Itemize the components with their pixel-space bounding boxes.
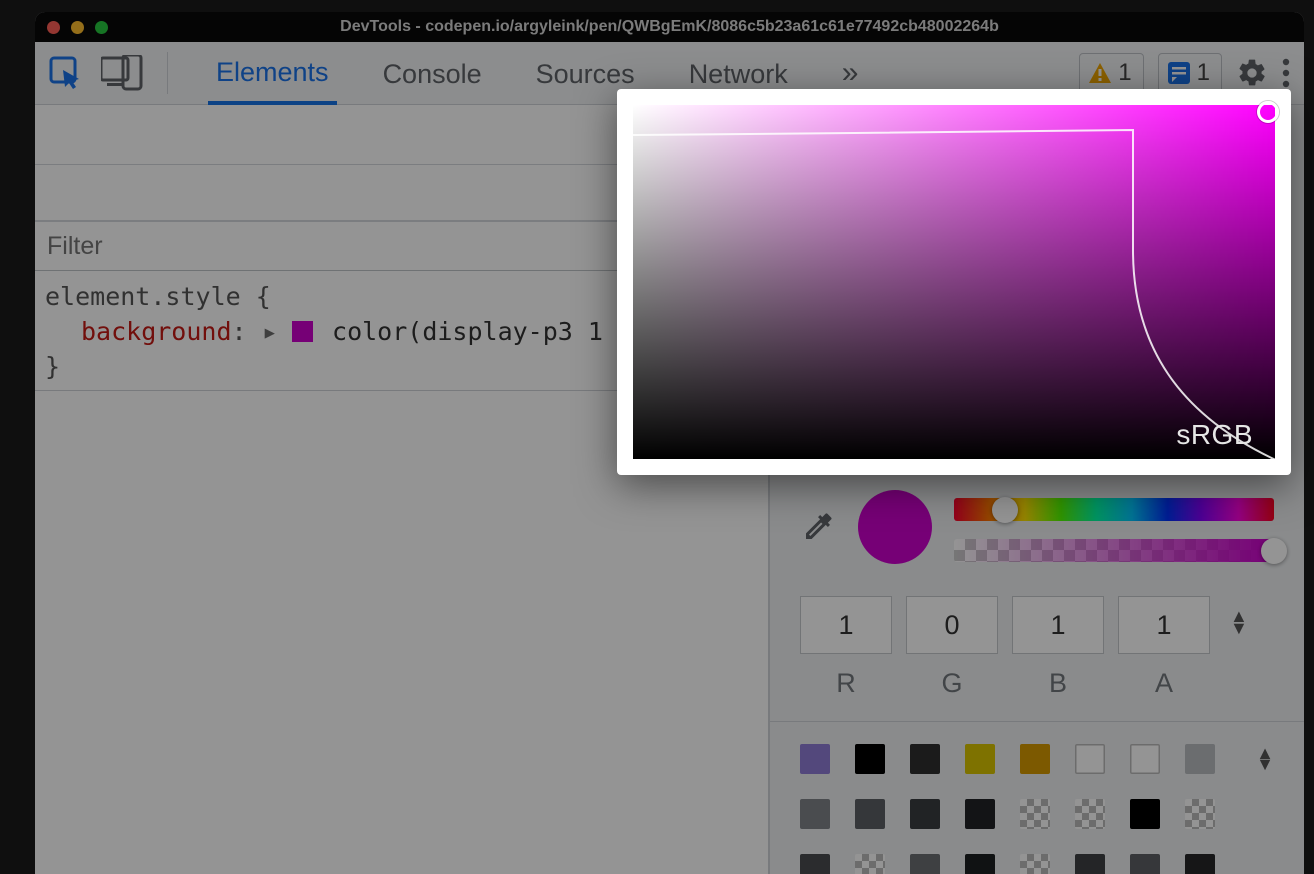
palette-set-toggle[interactable]: ▲▼	[1256, 748, 1274, 770]
color-palette: ▲▼	[770, 721, 1304, 874]
palette-swatch[interactable]	[1130, 744, 1160, 774]
palette-swatch[interactable]	[910, 854, 940, 874]
hue-slider[interactable]	[954, 498, 1274, 521]
alpha-slider-thumb[interactable]	[1261, 538, 1287, 564]
palette-swatch[interactable]	[965, 744, 995, 774]
color-swatch-inline[interactable]	[292, 321, 313, 342]
palette-swatch[interactable]	[1130, 854, 1160, 874]
palette-swatch[interactable]	[1185, 854, 1215, 874]
issues-badge[interactable]: 1	[1158, 53, 1222, 93]
current-color-swatch	[858, 490, 932, 564]
titlebar: DevTools - codepen.io/argyleink/pen/QWBg…	[35, 12, 1304, 42]
palette-swatch[interactable]	[800, 799, 830, 829]
maximize-window-button[interactable]	[95, 21, 108, 34]
channel-b-label: B	[1049, 668, 1067, 699]
gamut-label: sRGB	[1176, 419, 1253, 451]
palette-swatch[interactable]	[965, 854, 995, 874]
window-title: DevTools - codepen.io/argyleink/pen/QWBg…	[340, 18, 999, 36]
palette-swatch[interactable]	[1020, 744, 1050, 774]
palette-swatch[interactable]	[800, 854, 830, 874]
toggle-device-toolbar-button[interactable]	[101, 55, 143, 91]
settings-button[interactable]	[1236, 57, 1268, 89]
palette-swatch[interactable]	[1075, 799, 1105, 829]
tab-console[interactable]: Console	[375, 44, 490, 103]
palette-swatch[interactable]	[910, 744, 940, 774]
palette-swatch[interactable]	[1185, 799, 1215, 829]
css-rule-close: }	[45, 352, 60, 381]
eyedropper-button[interactable]	[800, 509, 836, 545]
palette-swatch[interactable]	[1020, 854, 1050, 874]
warning-count: 1	[1118, 59, 1131, 87]
palette-swatch[interactable]	[1075, 744, 1105, 774]
inspect-element-button[interactable]	[49, 56, 83, 90]
alpha-slider[interactable]	[954, 539, 1274, 562]
css-property-value: color(display-p3 1 0	[332, 317, 633, 346]
channel-r-label: R	[836, 668, 856, 699]
palette-swatch[interactable]	[855, 854, 885, 874]
palette-swatch[interactable]	[965, 799, 995, 829]
spectrum-cursor[interactable]	[1257, 101, 1279, 123]
channel-b-input[interactable]	[1012, 596, 1104, 654]
color-format-toggle[interactable]: ▲▼	[1230, 610, 1248, 634]
hue-slider-thumb[interactable]	[992, 497, 1018, 523]
channel-a-label: A	[1155, 668, 1173, 699]
color-spectrum[interactable]: sRGB	[633, 105, 1275, 459]
css-property-name: background	[81, 317, 232, 346]
color-spectrum-popout: sRGB	[617, 89, 1291, 475]
css-selector: element.style {	[45, 282, 271, 311]
channel-g-label: G	[941, 668, 962, 699]
palette-swatch[interactable]	[1075, 854, 1105, 874]
warnings-badge[interactable]: 1	[1079, 53, 1143, 93]
channel-g-input[interactable]	[906, 596, 998, 654]
palette-swatch[interactable]	[910, 799, 940, 829]
more-options-button[interactable]	[1282, 58, 1290, 88]
palette-swatch[interactable]	[855, 799, 885, 829]
palette-swatch[interactable]	[1130, 799, 1160, 829]
palette-swatch[interactable]	[855, 744, 885, 774]
more-tabs-button[interactable]: »	[834, 56, 864, 90]
palette-swatch[interactable]	[1020, 799, 1050, 829]
close-window-button[interactable]	[47, 21, 60, 34]
palette-swatch[interactable]	[800, 744, 830, 774]
expand-icon[interactable]: ▶	[265, 322, 275, 346]
channel-a-input[interactable]	[1118, 596, 1210, 654]
issue-count: 1	[1197, 59, 1210, 87]
tab-elements[interactable]: Elements	[208, 42, 337, 105]
palette-swatch[interactable]	[1185, 744, 1215, 774]
minimize-window-button[interactable]	[71, 21, 84, 34]
channel-r-input[interactable]	[800, 596, 892, 654]
